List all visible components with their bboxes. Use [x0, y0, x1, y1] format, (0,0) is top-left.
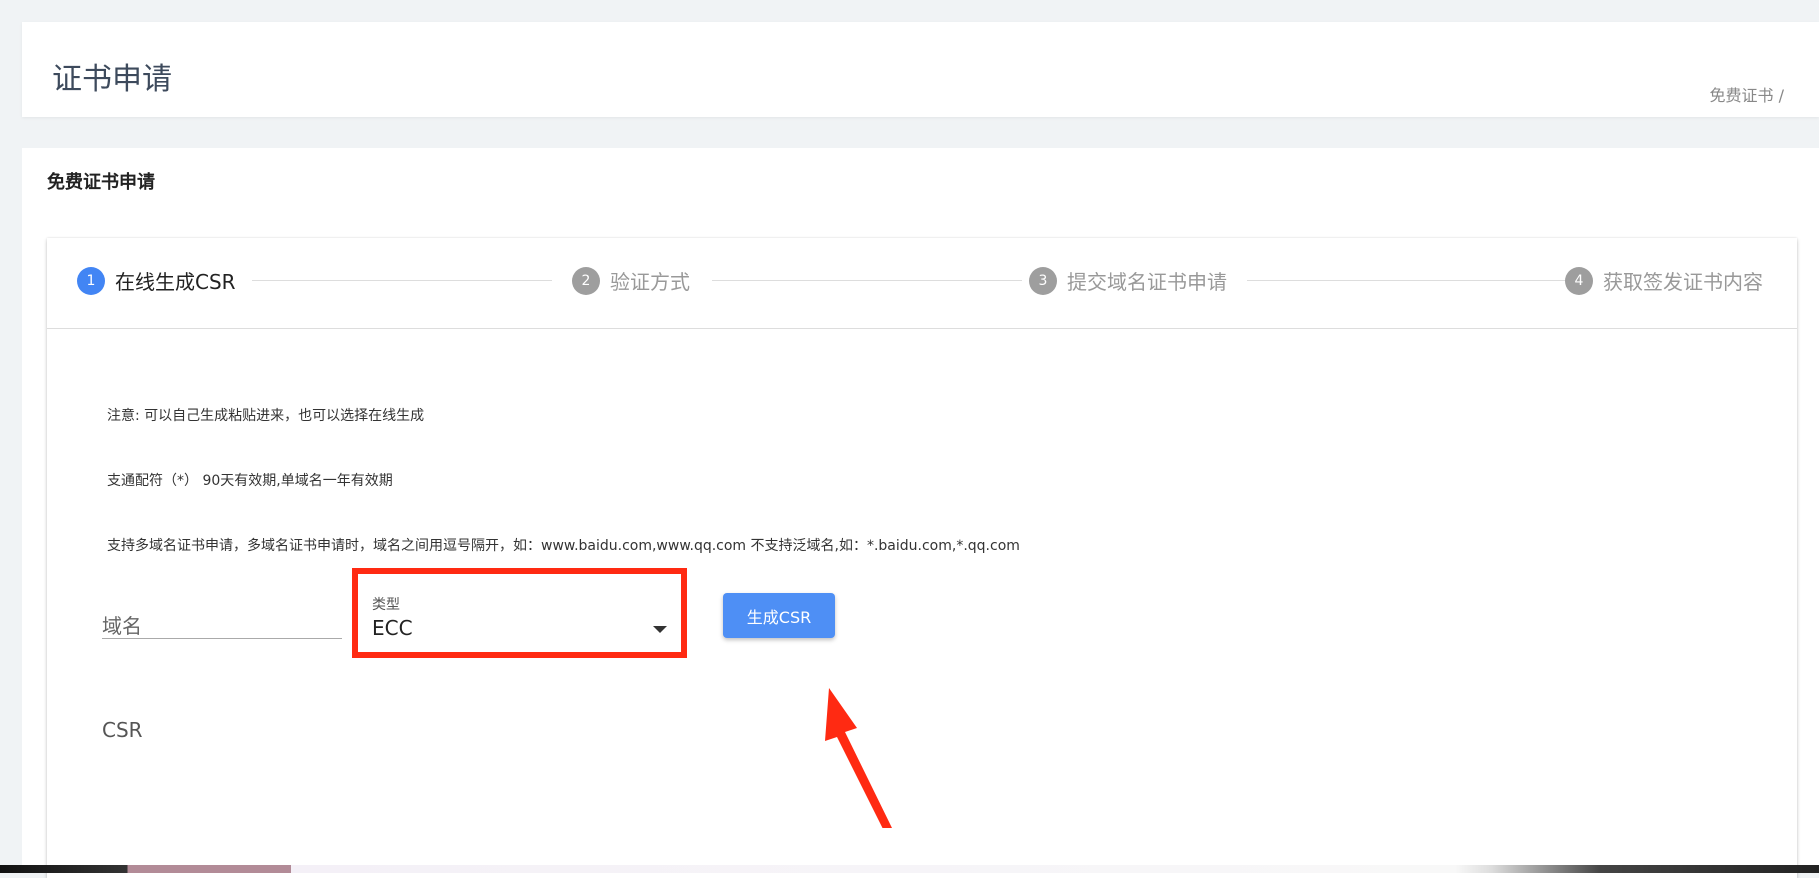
step-1[interactable]: 1 在线生成CSR	[77, 266, 236, 295]
chevron-down-icon	[653, 626, 667, 633]
step-label: 在线生成CSR	[115, 270, 236, 294]
main-card: 免费证书申请 1 在线生成CSR 2 验证方式 3 提交域名证书申请 4 获取签…	[22, 148, 1819, 878]
step-label: 获取签发证书内容	[1603, 270, 1763, 294]
csr-label: CSR	[102, 718, 143, 742]
type-select[interactable]: 类型 ECC	[352, 568, 687, 658]
step-number: 1	[77, 266, 105, 295]
step-label: 提交域名证书申请	[1067, 270, 1227, 294]
note-text: 注意: 可以自己生成粘贴进来，也可以选择在线生成	[107, 408, 425, 424]
screen-bottom-strip	[0, 865, 1819, 873]
type-value: ECC	[372, 616, 413, 640]
stepper-card: 1 在线生成CSR 2 验证方式 3 提交域名证书申请 4 获取签发证书内容 注…	[47, 238, 1797, 878]
domain-input[interactable]: 域名	[102, 598, 342, 639]
note-text: 支持多域名证书申请，多域名证书申请时，域名之间用逗号隔开，如：www.baidu…	[107, 538, 1020, 554]
step-4[interactable]: 4 获取签发证书内容	[1565, 266, 1763, 295]
step-number: 4	[1565, 266, 1593, 295]
type-label: 类型	[372, 597, 400, 613]
annotation-arrow-icon	[825, 688, 892, 828]
stepper-header: 1 在线生成CSR 2 验证方式 3 提交域名证书申请 4 获取签发证书内容	[47, 238, 1797, 329]
step-3[interactable]: 3 提交域名证书申请	[1029, 266, 1227, 295]
step-2[interactable]: 2 验证方式	[572, 266, 690, 295]
step-connector	[1247, 280, 1577, 281]
step-label: 验证方式	[610, 270, 690, 294]
page-header: 证书申请 免费证书 /	[22, 22, 1819, 117]
step-connector	[712, 280, 1022, 281]
step-number: 3	[1029, 266, 1057, 295]
breadcrumb[interactable]: 免费证书 /	[1710, 82, 1784, 106]
page-title: 证书申请	[52, 62, 172, 97]
step-number: 2	[572, 266, 600, 295]
step-connector	[252, 280, 552, 281]
note-text: 支通配符（*） 90天有效期,单域名一年有效期	[107, 473, 393, 489]
generate-csr-button[interactable]: 生成CSR	[723, 593, 835, 638]
section-title: 免费证书申请	[47, 172, 155, 193]
domain-placeholder: 域名	[102, 614, 142, 638]
